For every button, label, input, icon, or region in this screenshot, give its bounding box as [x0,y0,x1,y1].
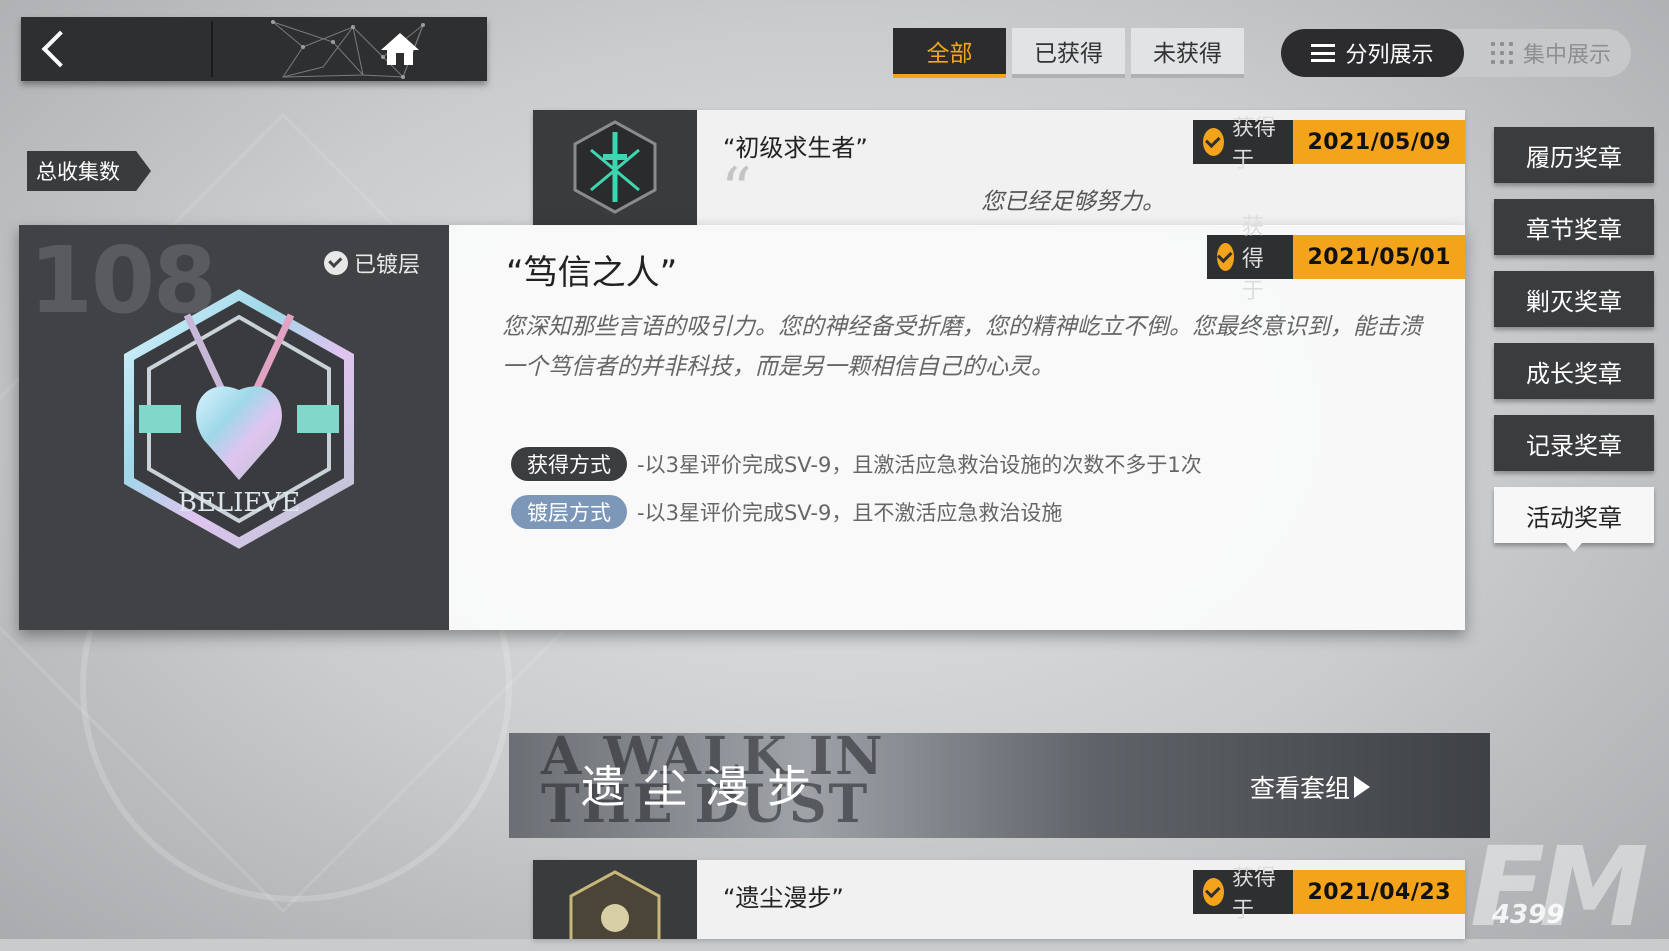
grid-icon [1490,42,1513,64]
obtained-date: 2021/05/09 [1293,120,1465,164]
nav-annihilation-medals[interactable]: 剿灭奖章 [1494,271,1654,327]
medal-inscription: BELIEVE [178,488,300,518]
check-icon [1203,128,1224,156]
nav-log-medals[interactable]: 记录奖章 [1494,415,1654,471]
medal-detail-card[interactable]: 108 已镀层 BELIEVE “笃信之人” 获得于 2021/05/01 您深… [19,215,1465,630]
obtain-method-pill: 获得方式 [511,447,627,481]
medal-category-nav: 履历奖章 章节奖章 剿灭奖章 成长奖章 记录奖章 活动奖章 [1494,127,1654,559]
medal-detail-title: “笃信之人” [506,253,678,293]
obtain-method-row: 获得方式 -以3星评价完成SV-9，且激活应急救治设施的次数不多于1次 [511,447,1202,481]
plating-method-pill: 镀层方式 [511,495,627,529]
check-icon [1217,243,1234,271]
total-collection-label: 总收集数 [36,160,120,184]
nav-growth-medals[interactable]: 成长奖章 [1494,343,1654,399]
nav-event-medals[interactable]: 活动奖章 [1494,487,1654,552]
tab-obtained[interactable]: 已获得 [1012,28,1125,78]
quote-open-icon: “ [721,155,752,225]
obtained-date-badge: 获得于 2021/05/01 [1207,215,1465,304]
view-mode-toggle: 分列展示 集中展示 [1281,29,1631,77]
home-button[interactable] [213,17,487,81]
view-suite-link[interactable]: 查看套组 [1250,769,1371,805]
watermark-number: 4399 [1492,900,1565,930]
nav-record-medals[interactable]: 履历奖章 [1494,127,1654,183]
view-mode-split-label: 分列展示 [1345,43,1434,68]
tab-all[interactable]: 全部 [893,28,1006,78]
plated-status: 已镀层 [324,247,420,279]
back-button[interactable] [21,17,211,81]
chevron-left-icon [41,30,79,68]
obtained-date-badge: 获得于 2021/05/09 [1193,116,1465,173]
view-mode-split-button[interactable]: 分列展示 [1281,29,1464,77]
topbar-nav [21,17,487,81]
tab-not-obtained[interactable]: 未获得 [1131,28,1244,78]
medal-detail-info: “笃信之人” 获得于 2021/05/01 您深知那些言语的吸引力。您的神经备受… [449,215,1465,630]
medal-suite-banner: A WALK IN THE DUST 遗尘漫步 查看套组 [509,733,1490,838]
plating-method-row: 镀层方式 -以3星评价完成SV-9，且不激活应急救治设施 [511,495,1062,529]
total-collection-tag: 总收集数 [27,151,151,191]
medal-quote: 您已经足够努力。 [981,189,1165,215]
plated-label: 已镀层 [354,253,421,278]
medal-description: 您深知那些言语的吸引力。您的神经备受折磨，您的精神屹立不倒。您最终意识到，能击溃… [502,314,1422,380]
obtained-date: 2021/05/01 [1293,235,1465,279]
plating-method-text: -以3星评价完成SV-9，且不激活应急救治设施 [637,501,1063,525]
obtained-label: 获得于 [1231,116,1276,173]
check-circle-icon [324,251,348,275]
medal-detail-art-panel: 108 已镀层 BELIEVE [19,225,449,630]
view-suite-label: 查看套组 [1250,774,1351,803]
medal-row[interactable]: “初级求生者” “ 您已经足够努力。 获得于 2021/05/09 [533,110,1465,226]
list-icon [1311,44,1336,62]
filter-tabs: 全部 已获得 未获得 [893,28,1244,78]
obtain-method-text: -以3星评价完成SV-9，且激活应急救治设施的次数不多于1次 [637,453,1202,477]
survivor-medal-icon [573,120,657,214]
obtained-label: 获得于 [1241,215,1264,304]
view-mode-grouped-label: 集中展示 [1522,43,1611,68]
believer-medal-icon: BELIEVE [124,289,354,549]
medal-thumbnail [533,110,697,226]
home-icon [381,33,419,65]
suite-title-zh: 遗尘漫步 [581,762,829,813]
site-watermark: FM 4399 [1470,832,1649,942]
nav-chapter-medals[interactable]: 章节奖章 [1494,199,1654,255]
play-arrow-icon [1354,776,1371,798]
view-mode-grouped-button[interactable]: 集中展示 [1471,29,1631,77]
